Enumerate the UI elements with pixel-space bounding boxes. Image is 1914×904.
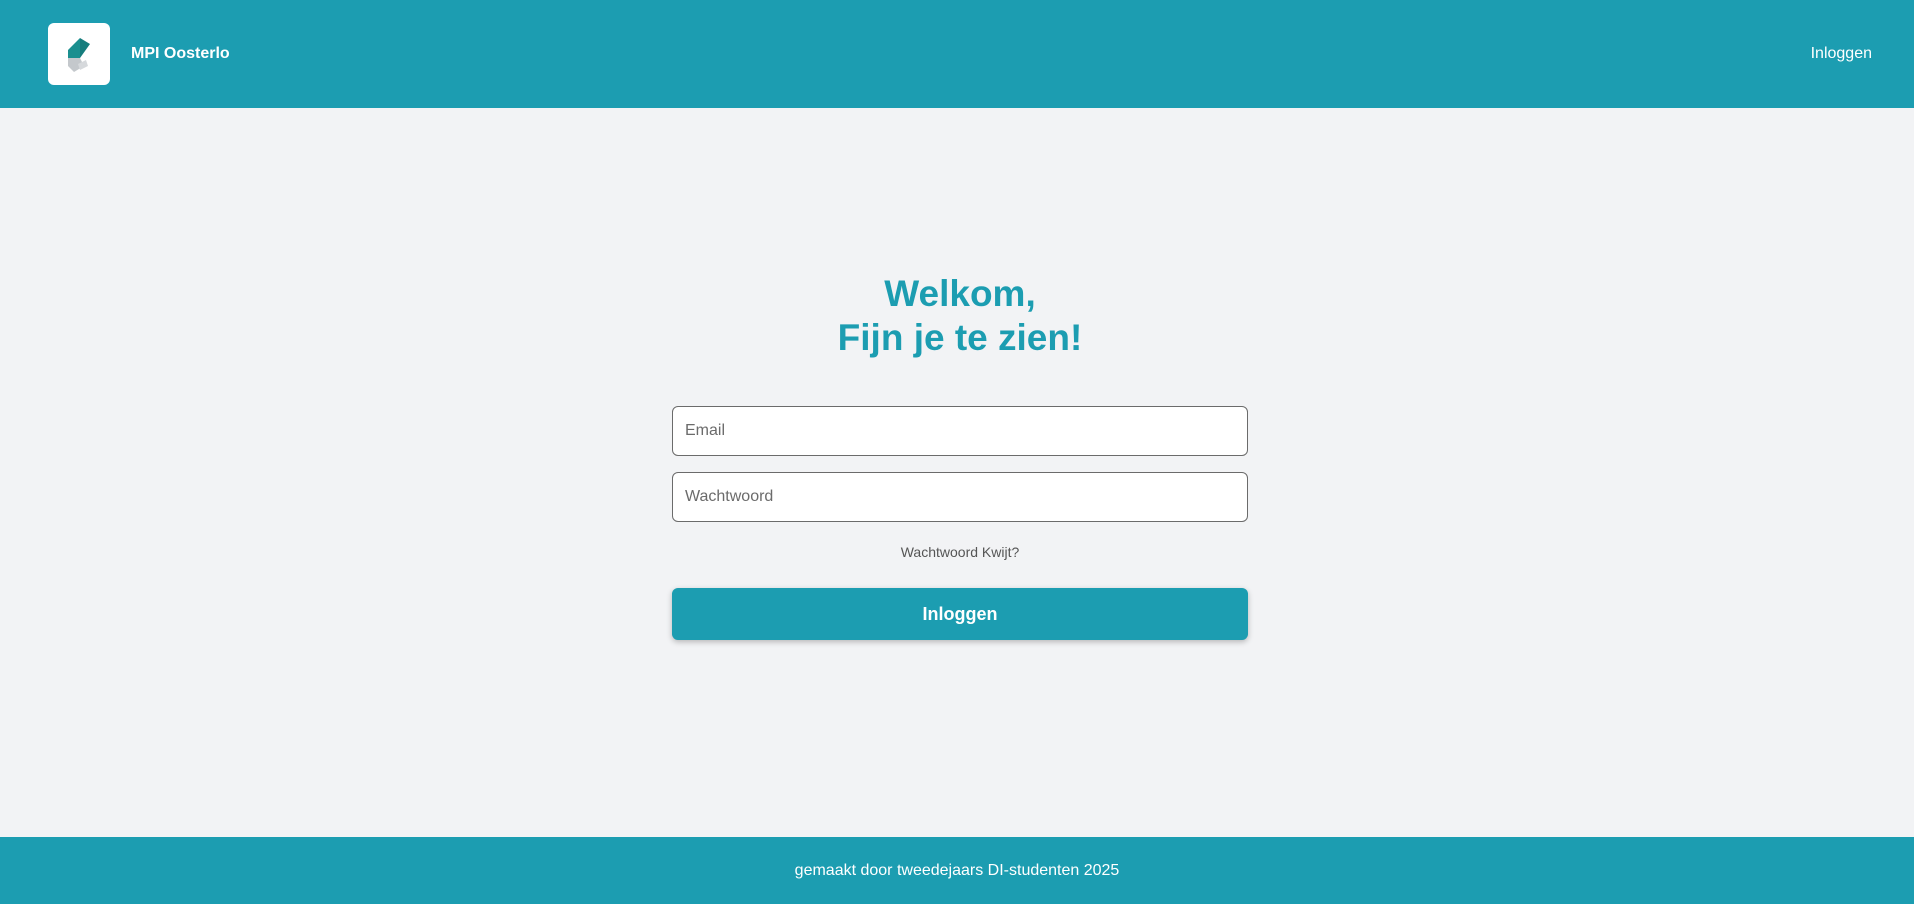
nav-login-link[interactable]: Inloggen xyxy=(1811,45,1872,63)
welcome-heading: Welkom, Fijn je te zien! xyxy=(672,272,1248,360)
login-button[interactable]: Inloggen xyxy=(672,588,1248,640)
footer-text: gemaakt door tweedejaars DI-studenten 20… xyxy=(794,861,1120,879)
page: MPI Oosterlo Inloggen Welkom, Fijn je te… xyxy=(0,0,1914,904)
brand-name: MPI Oosterlo xyxy=(131,45,230,62)
email-field[interactable] xyxy=(672,406,1248,456)
forgot-password-link[interactable]: Wachtwoord Kwijt? xyxy=(901,544,1020,560)
logo[interactable] xyxy=(48,23,110,85)
main-content: Welkom, Fijn je te zien! Wachtwoord Kwij… xyxy=(0,108,1914,837)
password-field[interactable] xyxy=(672,472,1248,522)
welcome-line-2: Fijn je te zien! xyxy=(837,317,1083,358)
login-form: Welkom, Fijn je te zien! Wachtwoord Kwij… xyxy=(672,272,1248,640)
welcome-line-1: Welkom, xyxy=(884,273,1036,314)
school-logo-icon xyxy=(68,38,90,72)
top-bar: MPI Oosterlo Inloggen xyxy=(0,0,1914,108)
footer: gemaakt door tweedejaars DI-studenten 20… xyxy=(0,837,1914,904)
